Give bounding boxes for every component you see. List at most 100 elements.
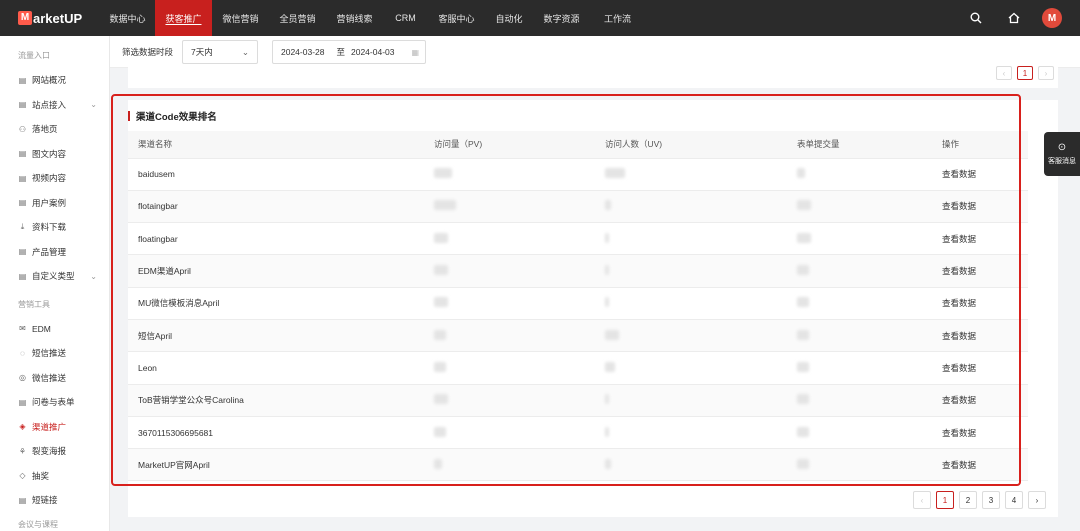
channel-ranking-card: 渠道Code效果排名 渠道名称 访问量（PV) 访问人数（UV) 表单提交量 操作 ba… — [128, 100, 1058, 517]
redacted-value — [434, 426, 446, 437]
page-button[interactable]: 3 — [982, 491, 1000, 509]
table-row: floatingbar 查看数据 — [128, 222, 1028, 256]
pv-cell — [424, 416, 595, 450]
view-data-link[interactable]: 查看数据 — [932, 222, 1028, 256]
pv-cell — [424, 384, 595, 417]
view-data-link[interactable]: 查看数据 — [932, 416, 1028, 450]
sidebar-item[interactable]: ▤ 产品管理 — [0, 240, 109, 265]
sidebar-item[interactable]: ◌ 短信推送 — [0, 341, 109, 366]
page-button[interactable]: 1 — [1017, 66, 1033, 80]
sidebar-item[interactable]: ▤ 问卷与表单 — [0, 390, 109, 415]
home-icon[interactable] — [1006, 10, 1022, 26]
redacted-value — [797, 426, 809, 437]
uv-cell — [595, 448, 787, 482]
forms-cell — [787, 222, 932, 256]
redacted-value — [797, 361, 809, 372]
sidebar-item[interactable]: ◎ 微信推送 — [0, 366, 109, 391]
sidebar-item[interactable]: ▤ 站点接入 ⌄ — [0, 93, 109, 118]
nav-item-label: 工作流 — [603, 13, 631, 24]
next-page-button[interactable]: › — [1028, 491, 1046, 509]
nav-item[interactable]: CRM — [383, 0, 428, 36]
sidebar-item-label: 短链接 — [32, 495, 58, 506]
channel-table: 渠道名称 访问量（PV) 访问人数（UV) 表单提交量 操作 baidusem 查看数据 f… — [128, 131, 1028, 482]
period-value: 7天内 — [191, 47, 213, 57]
nav-item[interactable]: 数据中心 — [100, 0, 155, 36]
view-data-link[interactable]: 查看数据 — [932, 448, 1028, 482]
uv-cell — [595, 351, 787, 385]
sidebar-item[interactable]: ▤ 图文内容 — [0, 142, 109, 167]
sidebar-item-icon: ▤ — [18, 247, 27, 257]
sidebar-item[interactable]: ▤ 短链接 — [0, 488, 109, 513]
sidebar-item-icon: ⚇ — [18, 124, 27, 134]
redacted-value — [434, 458, 442, 469]
sidebar-item-label: 裂变海报 — [32, 446, 67, 457]
table-header: 渠道名称 访问量（PV) 访问人数（UV) 表单提交量 操作 — [128, 131, 1028, 159]
channel-name: baidusem — [128, 158, 424, 191]
nav-item[interactable]: 全员营销 — [269, 0, 326, 36]
sidebar-item[interactable]: ⤓ 资料下载 — [0, 215, 109, 240]
date-range-picker[interactable]: 2024-03-28 至 2024-04-03 ▦ — [272, 40, 426, 64]
nav-item[interactable]: 营销线索 — [326, 0, 383, 36]
redacted-value — [605, 426, 609, 437]
filter-bar: 筛选数据时段 7天内 ⌄ 2024-03-28 至 2024-04-03 ▦ — [110, 36, 1080, 68]
forms-cell — [787, 448, 932, 482]
sidebar-item-icon: ▤ — [18, 100, 27, 110]
nav-item[interactable]: 微信营销 — [212, 0, 269, 36]
brand-logo[interactable]: M arketUP — [0, 0, 100, 36]
chevron-down-icon[interactable]: ⌄ — [90, 100, 97, 109]
card-title: 渠道Code效果排名 — [128, 110, 217, 123]
nav-item[interactable]: 工作流 — [590, 0, 645, 36]
redacted-value — [797, 297, 809, 308]
view-data-link[interactable]: 查看数据 — [932, 254, 1028, 288]
table-row: flotaingbar 查看数据 — [128, 190, 1028, 224]
customer-service-button[interactable]: ⊙ 客服消息 — [1044, 132, 1080, 176]
page-button[interactable]: 2 — [959, 491, 977, 509]
redacted-value — [797, 458, 809, 469]
sidebar-item[interactable]: ✉ EDM — [0, 317, 109, 342]
sidebar-item[interactable]: ▤ 网站概况 — [0, 68, 109, 93]
sidebar-item-icon: ▤ — [18, 75, 27, 85]
sidebar-item-icon: ◇ — [19, 471, 26, 481]
nav-item-label: 微信营销 — [222, 13, 259, 24]
sidebar-item[interactable]: ▤ 自定义类型 ⌄ — [0, 264, 109, 289]
nav-item[interactable]: 获客推广 — [155, 0, 212, 36]
start-date: 2024-03-28 — [281, 47, 325, 57]
view-data-link[interactable]: 查看数据 — [932, 287, 1028, 320]
chevron-down-icon[interactable]: ⌄ — [90, 272, 97, 281]
sidebar-item[interactable]: ◇ 抽奖 — [0, 464, 109, 489]
uv-cell — [595, 416, 787, 450]
view-data-link[interactable]: 查看数据 — [932, 351, 1028, 385]
sidebar-item[interactable]: ▤ 视频内容 — [0, 166, 109, 191]
pv-cell — [424, 448, 595, 482]
sidebar-item[interactable]: ◈ 渠道推广 — [0, 415, 109, 440]
view-data-link[interactable]: 查看数据 — [932, 190, 1028, 224]
next-page-button[interactable]: › — [1038, 66, 1054, 80]
period-select[interactable]: 7天内 ⌄ — [182, 40, 258, 64]
nav-item-label: 数据中心 — [109, 13, 146, 24]
sidebar-item-icon: ✉ — [19, 324, 26, 334]
page-button[interactable]: 4 — [1005, 491, 1023, 509]
card-title-text: 渠道Code效果排名 — [136, 112, 217, 123]
search-icon[interactable] — [968, 10, 984, 26]
nav-item[interactable]: 客服中心 — [428, 0, 485, 36]
sidebar-item[interactable]: ⚇ 落地页 — [0, 117, 109, 142]
redacted-value — [797, 168, 805, 179]
pv-cell — [424, 319, 595, 353]
sidebar-item[interactable]: ▤ 用户案例 — [0, 191, 109, 216]
sidebar-item-label: 网站概况 — [32, 75, 67, 86]
view-data-link[interactable]: 查看数据 — [932, 384, 1028, 417]
view-data-link[interactable]: 查看数据 — [932, 319, 1028, 353]
sidebar-item[interactable]: ⚘ 裂变海报 — [0, 439, 109, 464]
page-button[interactable]: 1 — [936, 491, 954, 509]
end-date: 2024-04-03 — [351, 47, 395, 57]
nav-item[interactable]: 数字资源 — [533, 0, 590, 36]
prev-page-button[interactable]: ‹ — [996, 66, 1012, 80]
channel-name: flotaingbar — [128, 190, 424, 224]
user-avatar[interactable]: M — [1042, 8, 1062, 28]
nav-item[interactable]: 自动化 — [485, 0, 533, 36]
redacted-value — [605, 232, 609, 243]
column-header: 访问人数（UV) — [595, 131, 787, 159]
table-row: EDM渠道April 查看数据 — [128, 254, 1028, 288]
view-data-link[interactable]: 查看数据 — [932, 158, 1028, 191]
prev-page-button[interactable]: ‹ — [913, 491, 931, 509]
